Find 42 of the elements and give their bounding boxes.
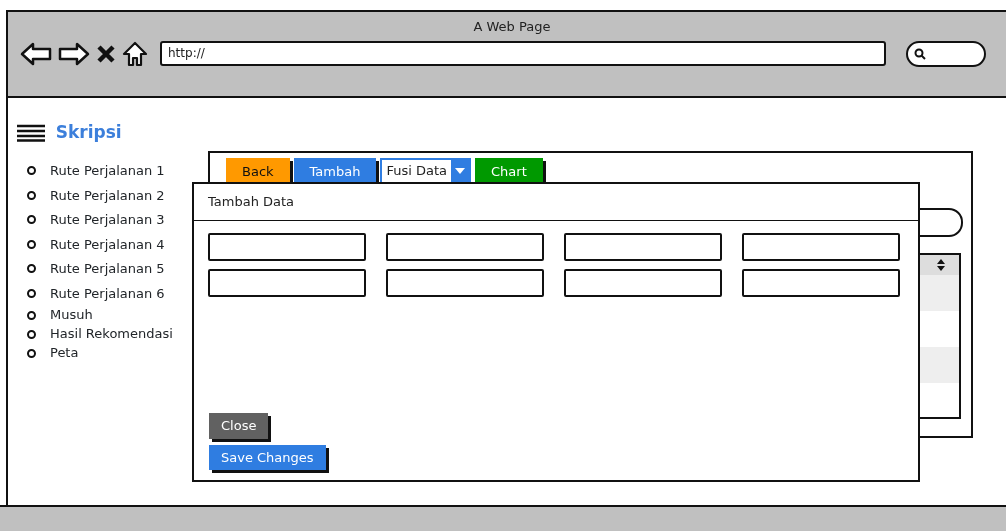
bullet-icon	[27, 166, 36, 176]
dropdown[interactable]: Fusi Data	[380, 158, 472, 184]
nav-link[interactable]: Rute Perjalanan 4	[50, 234, 165, 254]
input-field[interactable]	[208, 268, 366, 297]
nav-link[interactable]: Rute Perjalanan 2	[50, 185, 165, 205]
modal-title: Tambah Data	[208, 194, 295, 209]
caret-icon	[455, 168, 466, 174]
input-field[interactable]	[742, 232, 900, 261]
bullet-icon	[27, 215, 36, 225]
bullet-icon	[27, 329, 36, 339]
nav-link[interactable]: Hasil Rekomendasi	[50, 324, 173, 344]
nav-link[interactable]: Rute Perjalanan 6	[50, 283, 165, 303]
window-title: A Web Page	[473, 18, 551, 36]
back-icon[interactable]	[20, 41, 52, 66]
input-field[interactable]	[386, 268, 544, 297]
bullet-icon	[27, 239, 36, 249]
forward-icon[interactable]	[58, 41, 90, 66]
close-icon[interactable]	[96, 43, 116, 64]
home-icon[interactable]	[122, 40, 148, 67]
bullet-icon	[27, 310, 36, 320]
search-field[interactable]	[906, 40, 986, 67]
bullet-icon	[27, 264, 36, 274]
app-title: Skripsi	[55, 121, 122, 144]
search-icon	[914, 47, 926, 60]
input-field[interactable]	[564, 268, 722, 297]
nav-link[interactable]: Musuh	[50, 305, 93, 325]
bullet-icon	[27, 190, 36, 200]
nav-link[interactable]: Rute Perjalanan 3	[50, 210, 165, 230]
menu-icon[interactable]	[16, 123, 46, 142]
close-button[interactable]: Close	[209, 413, 269, 439]
input-field[interactable]	[208, 232, 366, 261]
address-field[interactable]: http://	[160, 41, 886, 66]
input-field[interactable]	[742, 268, 900, 297]
sort-icon[interactable]	[936, 258, 946, 272]
nav-link[interactable]: Rute Perjalanan 1	[50, 161, 165, 181]
bullet-icon	[27, 288, 36, 298]
nav-link[interactable]: Peta	[50, 343, 79, 363]
nav-link[interactable]: Rute Perjalanan 5	[50, 259, 165, 279]
save-button[interactable]: Save Changes	[209, 444, 326, 470]
input-field[interactable]	[386, 232, 544, 261]
bullet-icon	[27, 348, 36, 358]
input-field[interactable]	[564, 232, 722, 261]
